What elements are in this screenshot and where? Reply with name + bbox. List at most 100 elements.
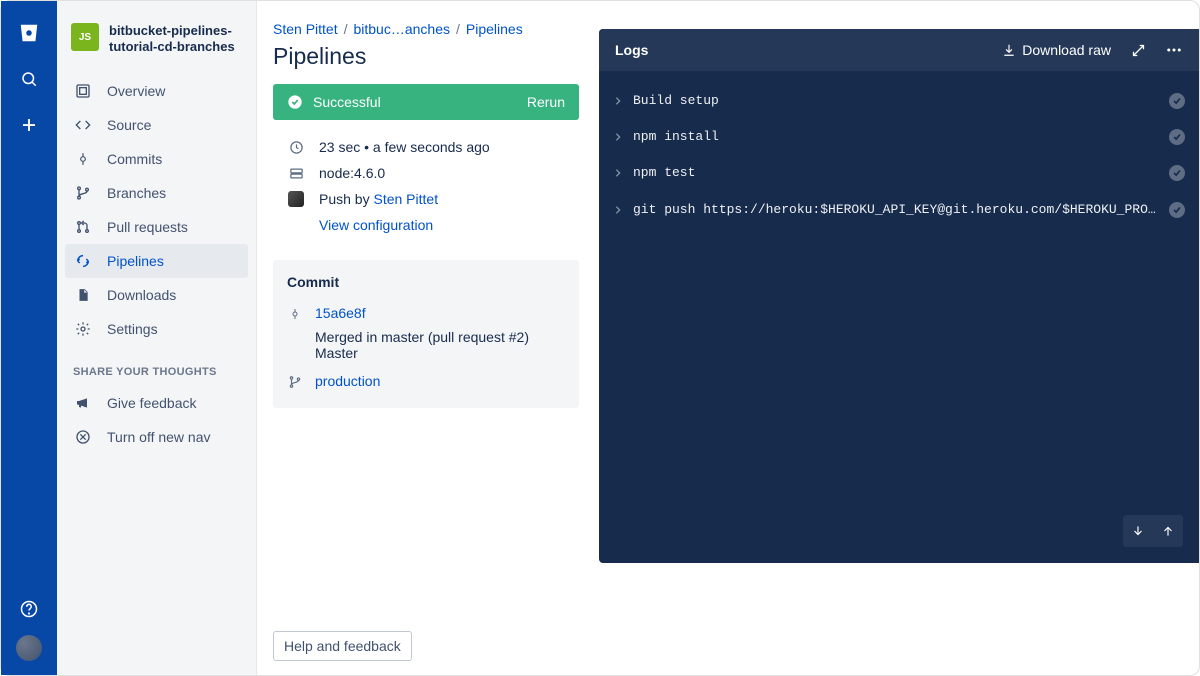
log-line[interactable]: Build setup bbox=[613, 83, 1185, 119]
log-line[interactable]: npm test bbox=[613, 155, 1185, 191]
megaphone-icon bbox=[73, 395, 93, 411]
check-icon bbox=[1169, 129, 1185, 145]
sidebar-item-pull-requests[interactable]: Pull requests bbox=[65, 210, 248, 244]
feedback-list: Give feedback Turn off new nav bbox=[57, 386, 256, 454]
sidebar-item-turn-off-new-nav[interactable]: Turn off new nav bbox=[65, 420, 248, 454]
sidebar-item-label: Source bbox=[107, 117, 151, 133]
commit-heading: Commit bbox=[287, 274, 565, 290]
help-feedback-button[interactable]: Help and feedback bbox=[273, 631, 412, 661]
page-title: Pipelines bbox=[273, 43, 579, 70]
expand-icon[interactable] bbox=[1129, 41, 1147, 59]
sidebar-item-label: Branches bbox=[107, 185, 166, 201]
download-raw-button[interactable]: Download raw bbox=[1002, 42, 1111, 58]
source-icon bbox=[73, 117, 93, 133]
sidebar-item-label: Turn off new nav bbox=[107, 429, 211, 445]
sidebar-item-commits[interactable]: Commits bbox=[65, 142, 248, 176]
pull-requests-icon bbox=[73, 219, 93, 235]
breadcrumb-sep: / bbox=[344, 21, 348, 37]
repo-title: bitbucket-pipelines-tutorial-cd-branches bbox=[109, 23, 242, 56]
sidebar-item-settings[interactable]: Settings bbox=[65, 312, 248, 346]
log-text: git push https://heroku:$HEROKU_API_KEY@… bbox=[633, 201, 1161, 219]
server-icon bbox=[287, 166, 305, 181]
commit-message: Merged in master (pull request #2) Maste… bbox=[287, 329, 565, 361]
logs-header: Logs Download raw bbox=[599, 29, 1199, 71]
sidebar-item-label: Pull requests bbox=[107, 219, 188, 235]
sidebar-item-source[interactable]: Source bbox=[65, 108, 248, 142]
sidebar-item-branches[interactable]: Branches bbox=[65, 176, 248, 210]
meta-config: View configuration bbox=[277, 212, 575, 238]
breadcrumb-item[interactable]: Sten Pittet bbox=[273, 21, 338, 37]
log-text: Build setup bbox=[633, 92, 1161, 110]
log-line[interactable]: git push https://heroku:$HEROKU_API_KEY@… bbox=[613, 192, 1185, 228]
logs-title: Logs bbox=[615, 42, 648, 58]
success-icon bbox=[287, 94, 303, 110]
meta-list: 23 sec • a few seconds ago node:4.6.0 Pu… bbox=[277, 134, 575, 238]
sidebar-item-pipelines[interactable]: Pipelines bbox=[65, 244, 248, 278]
author-link[interactable]: Sten Pittet bbox=[373, 191, 438, 207]
status-bar: Successful Rerun bbox=[273, 84, 579, 120]
bitbucket-icon[interactable] bbox=[13, 17, 45, 49]
check-icon bbox=[1169, 202, 1185, 218]
meta-image: node:4.6.0 bbox=[277, 160, 575, 186]
logs-body: Build setup npm install npm test git push h… bbox=[599, 71, 1199, 240]
commits-icon bbox=[73, 151, 93, 167]
sidebar-item-label: Commits bbox=[107, 151, 162, 167]
user-avatar[interactable] bbox=[16, 635, 42, 661]
sidebar-item-downloads[interactable]: Downloads bbox=[65, 278, 248, 312]
check-icon bbox=[1169, 165, 1185, 181]
sidebar-item-label: Give feedback bbox=[107, 395, 197, 411]
branches-icon bbox=[73, 185, 93, 201]
section-label: SHARE YOUR THOUGHTS bbox=[57, 346, 256, 386]
commit-hash-link[interactable]: 15a6e8f bbox=[315, 305, 366, 321]
chevron-right-icon bbox=[613, 96, 627, 106]
sidebar-item-overview[interactable]: Overview bbox=[65, 74, 248, 108]
breadcrumb-sep: / bbox=[456, 21, 460, 37]
branch-icon bbox=[287, 373, 303, 389]
clock-icon bbox=[287, 140, 305, 155]
sidebar-item-give-feedback[interactable]: Give feedback bbox=[65, 386, 248, 420]
check-icon bbox=[1169, 93, 1185, 109]
scroll-controls bbox=[1123, 515, 1183, 547]
log-text: npm test bbox=[633, 164, 1161, 182]
meta-push: Push by Sten Pittet bbox=[277, 186, 575, 212]
close-circle-icon bbox=[73, 429, 93, 445]
commit-icon bbox=[287, 305, 303, 321]
sidebar-item-label: Downloads bbox=[107, 287, 176, 303]
help-icon[interactable] bbox=[13, 593, 45, 625]
global-nav bbox=[1, 1, 57, 675]
sidebar: JS bitbucket-pipelines-tutorial-cd-branc… bbox=[57, 1, 257, 675]
meta-image-text: node:4.6.0 bbox=[319, 165, 385, 181]
sidebar-item-label: Overview bbox=[107, 83, 165, 99]
downloads-icon bbox=[73, 287, 93, 303]
log-text: npm install bbox=[633, 128, 1161, 146]
rerun-button[interactable]: Rerun bbox=[527, 94, 565, 110]
repo-logo: JS bbox=[71, 23, 99, 51]
scroll-down-button[interactable] bbox=[1123, 515, 1153, 547]
scroll-up-button[interactable] bbox=[1153, 515, 1183, 547]
sidebar-item-label: Pipelines bbox=[107, 253, 164, 269]
commit-card: Commit 15a6e8f Merged in master (pull re… bbox=[273, 260, 579, 408]
chevron-right-icon bbox=[613, 205, 627, 215]
repo-header: JS bitbucket-pipelines-tutorial-cd-branc… bbox=[57, 17, 256, 74]
sidebar-item-label: Settings bbox=[107, 321, 158, 337]
search-icon[interactable] bbox=[13, 63, 45, 95]
commit-branch-link[interactable]: production bbox=[315, 373, 380, 389]
main-content: Sten Pittet / bitbuc…anches / Pipelines … bbox=[257, 1, 599, 675]
pipelines-icon bbox=[73, 253, 93, 269]
commit-hash-row: 15a6e8f bbox=[287, 302, 565, 324]
commit-message-row: Merged in master (pull request #2) Maste… bbox=[287, 324, 565, 370]
nav-list: Overview Source Commits Branches Pull reques… bbox=[57, 74, 256, 346]
breadcrumb-item[interactable]: Pipelines bbox=[466, 21, 523, 37]
breadcrumb: Sten Pittet / bitbuc…anches / Pipelines bbox=[273, 21, 579, 37]
meta-push-text: Push by Sten Pittet bbox=[319, 191, 438, 207]
log-line[interactable]: npm install bbox=[613, 119, 1185, 155]
overview-icon bbox=[73, 83, 93, 99]
view-config-link[interactable]: View configuration bbox=[319, 217, 433, 233]
more-icon[interactable] bbox=[1165, 41, 1183, 59]
settings-icon bbox=[73, 321, 93, 337]
author-avatar bbox=[287, 191, 305, 207]
plus-icon[interactable] bbox=[13, 109, 45, 141]
chevron-right-icon bbox=[613, 168, 627, 178]
breadcrumb-item[interactable]: bitbuc…anches bbox=[353, 21, 450, 37]
logs-panel: Logs Download raw Build setup npm install… bbox=[599, 29, 1199, 563]
